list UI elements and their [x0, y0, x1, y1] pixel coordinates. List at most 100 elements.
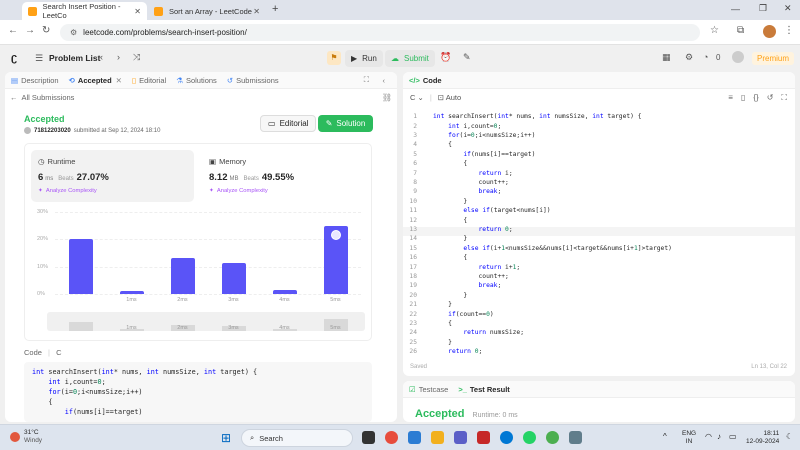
code-line[interactable]: 4 { — [403, 140, 795, 149]
code-line[interactable]: 14 } — [403, 234, 795, 243]
code-line[interactable]: 6 { — [403, 159, 795, 168]
code-line[interactable]: 12 { — [403, 215, 795, 224]
shuffle-icon[interactable]: ⤨ — [133, 52, 140, 63]
code-line[interactable]: 11 else if(target<nums[i]) — [403, 206, 795, 215]
weather-widget[interactable]: 31°C Windy — [10, 429, 42, 445]
browser-tab-search-insert[interactable]: Search Insert Position - LeetCo ✕ — [22, 2, 147, 20]
browser-menu-icon[interactable]: ⋮ — [784, 25, 794, 36]
new-tab-button[interactable]: + — [272, 3, 278, 15]
code-line[interactable]: 24 return numsSize; — [403, 328, 795, 337]
whatsapp-icon[interactable] — [523, 431, 536, 444]
app-icon[interactable] — [569, 431, 582, 444]
app-icon[interactable] — [385, 431, 398, 444]
code-line[interactable]: 20 } — [403, 291, 795, 300]
code-line[interactable]: 3 for(i=0;i<numsSize;i++) — [403, 131, 795, 140]
clock[interactable]: 18:11 12-09-2024 — [746, 430, 779, 446]
debug-icon[interactable]: ⚑ — [327, 51, 341, 65]
tab-accepted[interactable]: ⟲ Accepted ✕ — [69, 76, 122, 85]
back-icon[interactable]: ← — [8, 25, 18, 36]
tab-submissions[interactable]: ↺ Submissions — [227, 76, 279, 85]
code-line[interactable]: 21 } — [403, 300, 795, 309]
task-view-icon[interactable] — [362, 431, 375, 444]
bookmark-icon[interactable]: ▯ — [741, 93, 745, 103]
notifications-icon[interactable]: ☾ — [786, 432, 793, 441]
problem-list-link[interactable]: Problem List — [49, 53, 100, 63]
tab-code[interactable]: </> Code — [409, 76, 442, 85]
collapse-icon[interactable]: ‹ — [383, 76, 386, 85]
expand-icon[interactable]: ⛶ — [364, 75, 369, 85]
code-line[interactable]: 2 int i,count=0; — [403, 121, 795, 130]
analyze-complexity-link[interactable]: ✦ Analyze Complexity — [38, 188, 97, 194]
code-line[interactable]: 1 int searchInsert(int* nums, int numsSiz… — [403, 112, 795, 121]
reset-icon[interactable]: ↺ — [767, 93, 774, 103]
tab-test-result[interactable]: >_ Test Result — [458, 385, 509, 394]
taskbar-search[interactable]: ⌕ Search — [241, 429, 353, 447]
code-line[interactable]: 5 if(nums[i]==target) — [403, 150, 795, 159]
code-line[interactable]: 13 return 0; — [403, 225, 795, 234]
leetcode-logo-icon[interactable]: ʗ — [11, 52, 21, 64]
app-icon[interactable] — [408, 431, 421, 444]
prev-problem-icon[interactable]: ‹ — [100, 52, 103, 62]
reload-icon[interactable]: ↻ — [42, 25, 50, 36]
language-indicator[interactable]: ENG IN — [682, 430, 696, 446]
close-window-icon[interactable]: ✕ — [784, 3, 792, 14]
chart-overview-strip[interactable] — [47, 312, 365, 331]
analyze-complexity-link[interactable]: ✦ Analyze Complexity — [209, 188, 268, 194]
code-line[interactable]: 9 break; — [403, 187, 795, 196]
code-line[interactable]: 17 return i+1; — [403, 262, 795, 271]
tab-solutions[interactable]: ⚗ Solutions — [176, 76, 217, 85]
profile-avatar[interactable] — [763, 25, 776, 38]
code-line[interactable]: 16 { — [403, 253, 795, 262]
tab-description[interactable]: ▤ Description — [11, 76, 59, 85]
language-select[interactable]: C ⌄ — [410, 93, 424, 102]
file-explorer-icon[interactable] — [431, 431, 444, 444]
premium-button[interactable]: Premium — [752, 52, 795, 65]
code-line[interactable]: 8 count++; — [403, 178, 795, 187]
maximize-icon[interactable]: ❐ — [759, 3, 767, 14]
run-button[interactable]: ▶ Run — [345, 50, 383, 67]
mcafee-icon[interactable] — [477, 431, 490, 444]
wifi-icon[interactable]: ◠ — [705, 432, 712, 441]
bookmark-star-icon[interactable]: ☆ — [710, 25, 719, 36]
submit-button[interactable]: ☁ Submit — [385, 50, 435, 67]
chrome-icon[interactable] — [546, 431, 559, 444]
all-submissions-link[interactable]: ← All Submissions — [10, 93, 74, 102]
format-icon[interactable]: ≡ — [728, 93, 733, 103]
edge-icon[interactable] — [500, 431, 513, 444]
forward-icon[interactable]: → — [25, 25, 35, 36]
close-tab-icon[interactable]: ✕ — [253, 7, 260, 16]
windows-start-icon[interactable]: ⊞ — [221, 431, 231, 445]
code-line[interactable]: 7 return i; — [403, 168, 795, 177]
code-line[interactable]: 15 else if(i+1<numsSize&&nums[i]<target&… — [403, 244, 795, 253]
solution-button[interactable]: ✎ Solution — [318, 115, 373, 132]
close-tab-icon[interactable]: ✕ — [134, 7, 141, 16]
code-line[interactable]: 22 if(count==0) — [403, 309, 795, 318]
user-avatar[interactable] — [732, 51, 744, 63]
memory-card[interactable]: ▣ Memory 8.12 MB Beats 49.55% ✦ Analyze … — [202, 150, 365, 202]
code-line[interactable]: 18 count++; — [403, 272, 795, 281]
tab-editorial[interactable]: ▯ Editorial — [132, 76, 166, 85]
settings-icon[interactable]: ⚙ — [685, 52, 693, 63]
tray-chevron-icon[interactable]: ^ — [663, 432, 667, 441]
auto-mode-toggle[interactable]: ⊡ Auto — [438, 93, 461, 102]
editorial-button[interactable]: ▭ Editorial — [260, 115, 317, 132]
next-problem-icon[interactable]: › — [117, 52, 120, 62]
code-line[interactable]: 26 return 0; — [403, 347, 795, 356]
volume-icon[interactable]: ♪ — [717, 432, 721, 441]
extensions-icon[interactable]: ⧉ — [737, 25, 744, 36]
runtime-card[interactable]: ◷ Runtime 6 ms Beats 27.07% ✦ Analyze Co… — [31, 150, 194, 202]
app-icon[interactable] — [454, 431, 467, 444]
layout-icon[interactable]: ▦ — [662, 52, 671, 63]
link-icon[interactable]: ⛓ — [382, 93, 392, 102]
notes-icon[interactable]: ✎ — [463, 52, 471, 63]
code-line[interactable]: 19 break; — [403, 281, 795, 290]
timer-icon[interactable]: ⏰ — [440, 52, 451, 63]
tab-testcase[interactable]: ☑ Testcase — [409, 385, 448, 394]
braces-icon[interactable]: {} — [753, 93, 758, 103]
battery-icon[interactable]: ▭ — [729, 432, 737, 441]
code-line[interactable]: 23 { — [403, 319, 795, 328]
code-line[interactable]: 10 } — [403, 197, 795, 206]
close-tab-icon[interactable]: ✕ — [116, 76, 122, 85]
code-line[interactable]: 25 } — [403, 338, 795, 347]
minimize-icon[interactable]: — — [731, 4, 740, 14]
